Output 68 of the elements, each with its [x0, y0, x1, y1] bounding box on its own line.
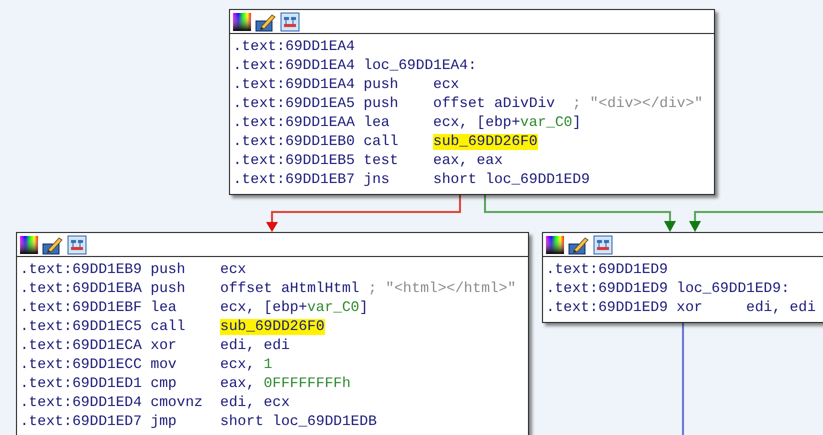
- address-text: .text:69DD1ECC: [20, 357, 142, 373]
- mnemonic-text: xor: [150, 338, 177, 354]
- mnemonic-text: jmp: [150, 414, 177, 430]
- color-palette-icon[interactable]: [232, 12, 252, 32]
- operand-text: short loc_69DD1EDB: [220, 414, 377, 430]
- mnemonic-text: cmovnz: [150, 395, 203, 411]
- comment-text: ; "<div></div>": [572, 96, 703, 112]
- operand-text: ecx: [220, 262, 246, 278]
- address-text: .text:69DD1EA4: [233, 58, 355, 74]
- operand-text: offset aHtmlHtml: [220, 281, 360, 297]
- address-text: .text:69DD1EA5: [233, 96, 355, 112]
- mnemonic-text: jns: [364, 172, 390, 188]
- address-text: .text:69DD1EAA: [233, 115, 355, 131]
- mnemonic-text: push: [364, 96, 398, 112]
- code-block[interactable]: .text:69DD1ED9 .text:69DD1ED9 loc_69DD1ED9: .text:69DD1ED9 xor edi, edi: [542, 232, 823, 323]
- mnemonic-text: push: [364, 77, 398, 93]
- pencil-icon[interactable]: [42, 234, 64, 254]
- operand-text: edi, edi: [746, 300, 816, 316]
- mnemonic-text: cmp: [150, 376, 177, 392]
- operand-text: eax, 0FFFFFFFFh: [220, 376, 351, 392]
- mnemonic-text: call: [150, 319, 186, 335]
- mnemonic-text: xor: [676, 300, 703, 316]
- operand-text: edi, ecx: [220, 395, 290, 411]
- address-text: .text:69DD1EB0: [233, 134, 355, 150]
- graph-view-icon[interactable]: [67, 234, 87, 254]
- mnemonic-text: test: [364, 153, 398, 169]
- code-block[interactable]: [16, 232, 529, 435]
- code-block[interactable]: [229, 9, 715, 195]
- mnemonic-text: push: [150, 281, 186, 297]
- operand-text: ecx, [ebp+var_C0]: [433, 115, 582, 131]
- address-text: .text:69DD1EA4: [233, 39, 355, 55]
- color-palette-icon[interactable]: [545, 234, 565, 254]
- operand-text: short loc_69DD1ED9: [433, 172, 590, 188]
- address-text: .text:69DD1ED7: [20, 414, 142, 430]
- highlighted-symbol: sub_69DD26F0: [220, 319, 325, 335]
- address-text: .text:69DD1EB5: [233, 153, 355, 169]
- address-text: .text:69DD1EC5: [20, 319, 142, 335]
- label-text: loc_69DD1EA4:: [364, 58, 477, 74]
- address-text: .text:69DD1EBA: [20, 281, 142, 297]
- pencil-icon[interactable]: [568, 234, 590, 254]
- address-text: .text:69DD1EA4: [233, 77, 355, 93]
- operand-text: eax, eax: [433, 153, 503, 169]
- mnemonic-text: call: [364, 134, 398, 150]
- operand-text: offset aDivDiv: [433, 96, 555, 112]
- operand-text: edi, edi: [220, 338, 290, 354]
- graph-view-icon[interactable]: [280, 12, 300, 32]
- color-palette-icon[interactable]: [19, 234, 39, 254]
- comment-text: ; "<html></html>": [368, 281, 516, 297]
- operand-text: ecx, 1: [220, 357, 272, 373]
- graph-view-icon[interactable]: [593, 234, 613, 254]
- address-text: .text:69DD1EBF: [20, 300, 142, 316]
- address-text: .text:69DD1EB9: [20, 262, 142, 278]
- label-text: loc_69DD1ED9:: [676, 281, 790, 297]
- pencil-icon[interactable]: [255, 12, 277, 32]
- mnemonic-text: lea: [150, 300, 177, 316]
- address-text: .text:69DD1ED4: [20, 395, 142, 411]
- address-text: .text:69DD1ECA: [20, 338, 142, 354]
- address-text: .text:69DD1ED9: [546, 300, 668, 316]
- operand-text: ecx, [ebp+var_C0]: [220, 300, 368, 316]
- mnemonic-text: push: [150, 262, 186, 278]
- mnemonic-text: lea: [364, 115, 390, 131]
- mnemonic-text: mov: [150, 357, 177, 373]
- address-text: .text:69DD1ED9: [546, 281, 668, 297]
- address-text: .text:69DD1EB7: [233, 172, 355, 188]
- address-text: .text:69DD1ED9: [546, 262, 668, 278]
- address-text: .text:69DD1ED1: [20, 376, 142, 392]
- highlighted-symbol: sub_69DD26F0: [433, 134, 538, 150]
- operand-text: ecx: [433, 77, 460, 93]
